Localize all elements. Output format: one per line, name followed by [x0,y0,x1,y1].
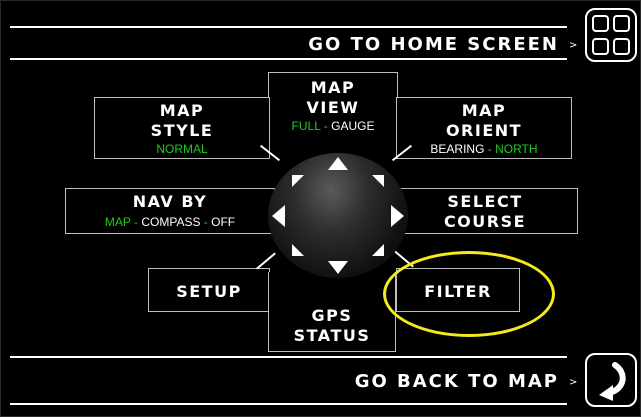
option-bearing: BEARING [430,142,485,156]
arrow-down-left-icon [292,244,304,256]
separator: - [200,215,212,229]
gps-status-line1: GPS [311,306,353,325]
map-style-line1: MAP [159,101,205,120]
option-gauge: GAUGE [331,119,375,133]
caret-right-icon: > [569,377,578,388]
arrow-left-icon [272,205,285,227]
top-divider [10,26,567,28]
top-divider-lower [10,58,567,60]
map-orient-line1: MAP [461,101,507,120]
arrow-down-icon [328,261,348,274]
option-map: MAP [104,215,131,229]
option-full: FULL [291,119,321,133]
arrow-down-right-icon [372,244,384,256]
arrow-up-left-icon [292,175,304,187]
caret-right-icon: > [569,40,578,51]
return-arrow-icon[interactable] [585,353,637,407]
grid-icon[interactable] [585,8,637,62]
map-view-options: FULL - GAUGE [268,119,398,133]
arrow-right-icon [391,205,404,227]
map-view-line1: MAP [310,78,356,97]
back-to-map-bar[interactable]: GO BACK TO MAP > [0,351,641,405]
separator: - [130,215,142,229]
map-style-line2: STYLE [150,121,214,140]
map-orient-line2: ORIENT [445,121,523,140]
bottom-divider [10,356,567,358]
map-view-line2: VIEW [306,98,360,117]
select-course-line1: SELECT [447,192,523,211]
separator: - [484,142,496,156]
select-course-line2: COURSE [443,212,527,231]
map-style-value: NORMAL [156,142,208,156]
back-to-map-label[interactable]: GO BACK TO MAP [355,371,559,392]
separator: - [320,119,332,133]
arrow-up-icon [328,157,348,170]
option-off: OFF [211,215,236,229]
setup-label: SETUP [176,282,242,301]
nav-by-label: NAV BY [132,192,208,211]
nav-by-options: MAP - COMPASS - OFF [65,215,275,229]
joystick-dpad[interactable] [268,153,408,278]
home-screen-bar[interactable]: GO TO HOME SCREEN > [0,0,641,60]
map-orient-options: BEARING - NORTH [396,142,572,156]
option-compass: COMPASS [141,215,201,229]
gps-status-line2: STATUS [293,326,371,345]
filter-highlight-ring [383,251,555,337]
option-north: NORTH [495,142,538,156]
arrow-up-right-icon [372,175,384,187]
home-screen-label[interactable]: GO TO HOME SCREEN [308,34,559,55]
bottom-divider-lower [10,403,567,405]
